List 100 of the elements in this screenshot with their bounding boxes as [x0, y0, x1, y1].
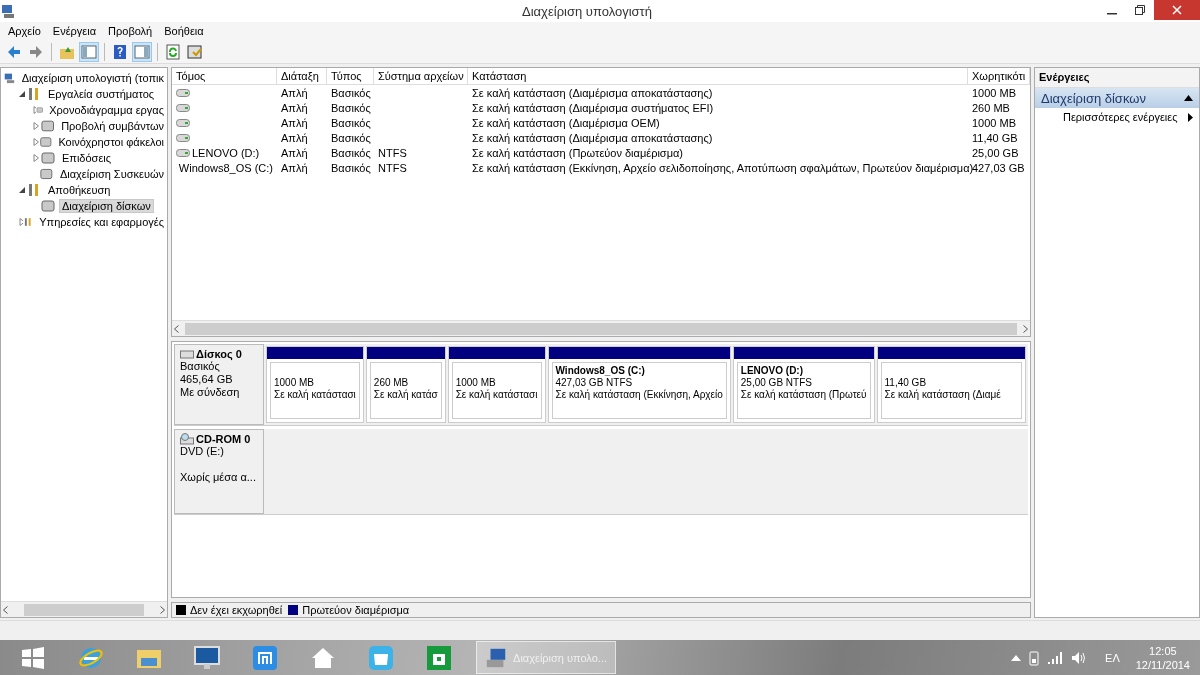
menu-item[interactable]: Προβολή: [102, 25, 159, 37]
toolbar-button[interactable]: [132, 41, 152, 62]
column-header[interactable]: Τύπος: [327, 68, 374, 84]
table-cell: Απλή: [281, 116, 308, 129]
drive-icon: [176, 88, 190, 97]
horizontal-scrollbar[interactable]: [172, 320, 1030, 336]
horizontal-scrollbar[interactable]: [1, 601, 167, 617]
disk-detail: DVD (E:): [180, 445, 224, 457]
table-cell: Βασικός: [331, 146, 371, 159]
collapse-arrow-icon[interactable]: [18, 90, 26, 98]
partition-block[interactable]: 1000 MB Σε καλή κατάστασι: [447, 346, 546, 423]
menu-item[interactable]: Βοήθεια: [158, 25, 210, 37]
expand-arrow-icon[interactable]: [32, 154, 40, 162]
action-item[interactable]: Περισσότερες ενέργειες: [1035, 108, 1199, 126]
pane-icon: [134, 43, 150, 60]
tool-item-icon: [38, 134, 53, 150]
tool-item-icon: [39, 166, 54, 182]
legend-label: Πρωτεύον διαμέρισμα: [302, 604, 410, 616]
partition-status: Σε καλή κατάστασι: [455, 389, 538, 400]
scroll-right-icon[interactable]: [1023, 324, 1028, 333]
column-header[interactable]: Χωρητικότι: [968, 68, 1031, 84]
legend-label: Δεν έχει εκχωρηθεί: [190, 604, 283, 616]
restore-icon: [1135, 5, 1145, 15]
column-header[interactable]: Διάταξη: [277, 68, 327, 84]
menu-item[interactable]: Αρχείο: [2, 25, 47, 37]
close-icon: [1172, 5, 1182, 15]
tree-item[interactable]: Χρονοδιάγραμμα εργας: [46, 103, 167, 117]
table-cell: Απλή: [281, 161, 308, 174]
expand-arrow-icon[interactable]: [32, 138, 39, 146]
partition-status: Σε καλή κατάστασι: [274, 389, 356, 400]
windows-logo-icon: [21, 645, 45, 670]
signal-icon: [1047, 650, 1064, 665]
table-cell: Απλή: [281, 86, 308, 99]
toolbar-button[interactable]: [163, 41, 183, 62]
toolbar-button[interactable]: [79, 41, 99, 62]
tree-item[interactable]: Διαχείριση δίσκων: [59, 199, 154, 213]
table-cell: Σε καλή κατάσταση (Διαμέρισμα αποκατάστασης): [472, 131, 713, 144]
disk-detail: Χωρίς μέσα α...: [180, 471, 256, 483]
partition-status: Σε καλή κατάσταση (Διαμέ: [884, 389, 1001, 400]
table-cell: Windows8_OS (C:): [178, 161, 273, 174]
tree-item[interactable]: Αποθήκευση: [45, 183, 114, 197]
table-cell: Απλή: [281, 131, 308, 144]
table-cell: 1000 MB: [972, 116, 1017, 129]
expand-arrow-icon[interactable]: [18, 218, 24, 226]
table-cell: Σε καλή κατάσταση (Διαμέρισμα συστήματος EFI): [472, 101, 714, 114]
actions-section[interactable]: Διαχείριση δίσκων: [1035, 88, 1199, 108]
computer-management-icon: [0, 3, 16, 19]
drive-icon: [176, 148, 190, 157]
store-icon: [426, 644, 452, 671]
tree-item[interactable]: Διαχείριση υπολογιστή (τοπικ: [18, 71, 167, 85]
disk-info-panel[interactable]: CD-ROM 0 DVD (E:) Χωρίς μέσα α...: [174, 429, 264, 514]
tree-item[interactable]: Υπηρεσίες και εφαρμογές: [36, 215, 167, 229]
disk-name: Δίσκος 0: [196, 348, 242, 360]
tree-item[interactable]: Κοινόχρηστοι φάκελοι: [55, 135, 167, 149]
expand-arrow-icon[interactable]: [32, 122, 40, 130]
app-m-icon: [252, 644, 278, 671]
column-header[interactable]: Κατάσταση: [468, 68, 968, 84]
column-header[interactable]: Τόμος: [172, 68, 277, 84]
battery-icon: [1029, 649, 1040, 666]
column-header[interactable]: Σύστημα αρχείων: [374, 68, 468, 84]
table-cell: Σε καλή κατάσταση (Πρωτεύον διαμέρισμα): [472, 146, 683, 159]
table-cell: 25,00 GB: [972, 146, 1019, 159]
table-cell: Βασικός: [331, 86, 371, 99]
tree-item[interactable]: Επιδόσεις: [59, 151, 115, 165]
pane-icon: [81, 43, 97, 60]
tree-item[interactable]: Διαχείριση Συσκευών: [56, 167, 167, 181]
disk-info-panel[interactable]: Δίσκος 0 Βασικός 465,64 GB Με σύνδεση: [174, 344, 264, 425]
table-cell: 11,40 GB: [972, 131, 1018, 144]
table-cell: Σε καλή κατάσταση (Διαμέρισμα αποκατάστασης): [472, 86, 713, 99]
scroll-left-icon[interactable]: [3, 605, 8, 614]
drive-icon: [176, 118, 190, 127]
table-cell: Απλή: [281, 146, 308, 159]
monitor-icon: [193, 644, 221, 671]
partition-block[interactable]: 1000 MB Σε καλή κατάστασι: [266, 346, 364, 423]
collapse-arrow-icon: [1184, 95, 1193, 101]
tool-item-icon: [40, 150, 56, 166]
partition-block[interactable]: LENOVO (D:) 25,00 GB NTFS Σε καλή κατάσταση (Πρωτεύ: [732, 346, 875, 423]
table-cell: Βασικός: [331, 161, 371, 174]
partition-size: 1000 MB: [455, 377, 496, 388]
partition-name: LENOVO (D:): [740, 365, 804, 376]
scroll-left-icon[interactable]: [174, 324, 179, 333]
scroll-right-icon[interactable]: [160, 605, 165, 614]
refresh-icon: [165, 43, 181, 60]
cd-drive-icon: [180, 433, 194, 445]
table-cell: Απλή: [281, 101, 308, 114]
expand-arrow-icon[interactable]: [32, 106, 36, 114]
tree-item[interactable]: Προβολή συμβάντων: [58, 119, 167, 133]
partition-block[interactable]: 11,40 GB Σε καλή κατάσταση (Διαμέ: [876, 346, 1026, 423]
menu-item[interactable]: Ενέργεια: [46, 25, 103, 37]
collapse-arrow-icon[interactable]: [18, 186, 26, 194]
disk-detail: 465,64 GB: [180, 373, 233, 385]
table-cell: Βασικός: [331, 116, 371, 129]
table-cell: Σε καλή κατάσταση (Διαμέρισμα OEM): [472, 116, 660, 129]
table-cell: Βασικός: [331, 131, 371, 144]
partition-block[interactable]: 260 MB Σε καλή κατάσ: [365, 346, 446, 423]
partition-size: 260 MB: [373, 377, 409, 388]
table-cell: NTFS: [378, 161, 407, 174]
tree-item[interactable]: Εργαλεία συστήματος: [45, 87, 158, 101]
disk-name: CD-ROM 0: [196, 433, 251, 445]
partition-block[interactable]: Windows8_OS (C:) 427,03 GB NTFS Σε καλή κατάσταση (Εκκίνηση, Αρχείο: [547, 346, 731, 423]
